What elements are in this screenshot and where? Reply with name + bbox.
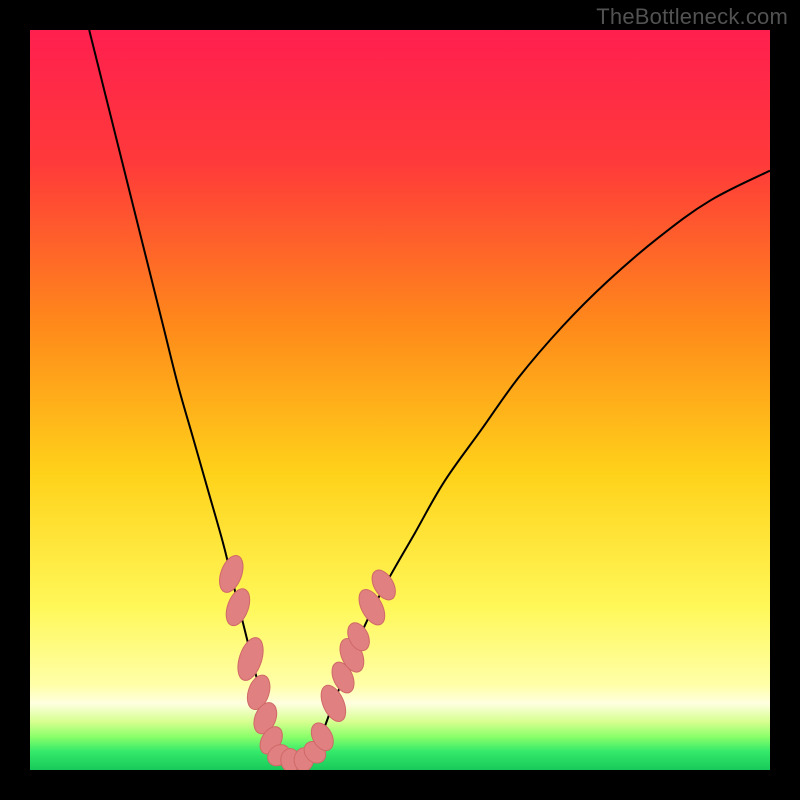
curve-layer [30, 30, 770, 770]
chart-stage: TheBottleneck.com [0, 0, 800, 800]
plot-area [30, 30, 770, 770]
marker-group [215, 552, 400, 770]
watermark-text: TheBottleneck.com [596, 4, 788, 30]
bottleneck-curve [89, 30, 770, 761]
